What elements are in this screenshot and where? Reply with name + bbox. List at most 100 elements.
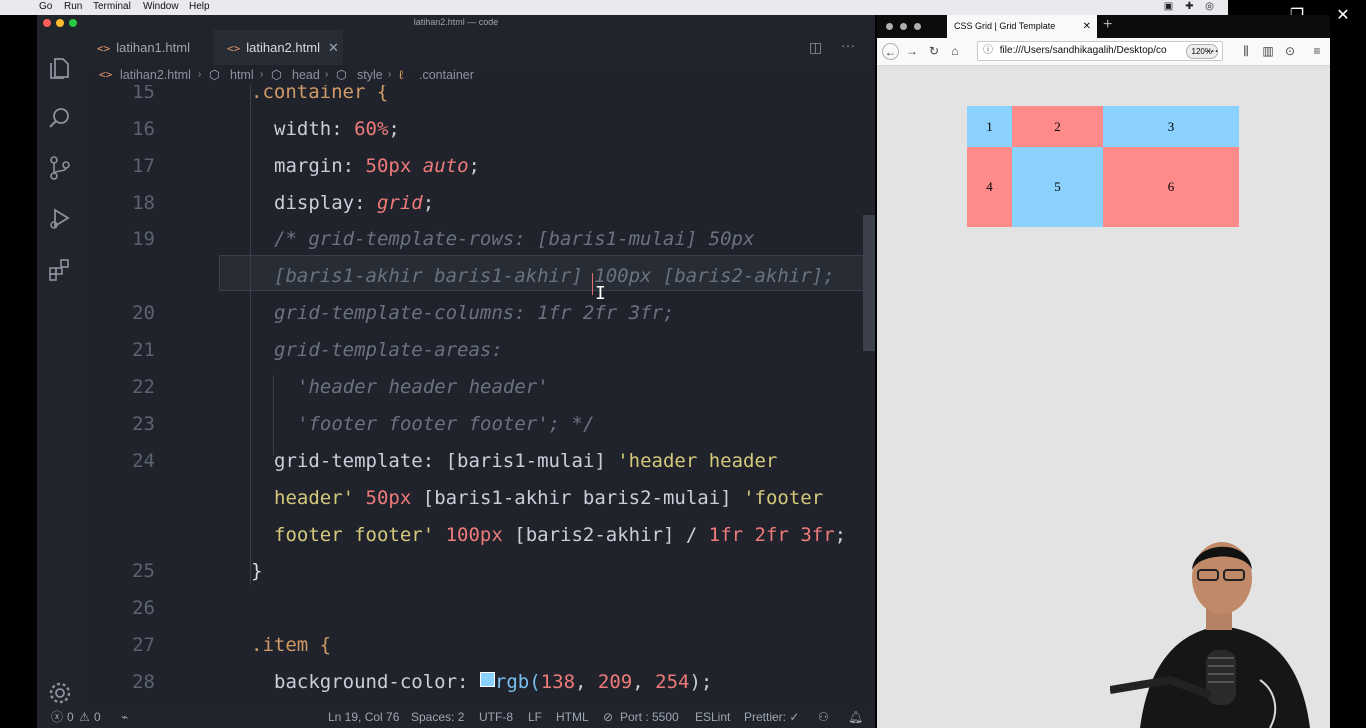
html-file-icon: <>: [99, 68, 113, 81]
sidebar-icon[interactable]: ▥: [1260, 43, 1276, 59]
macos-menu-bar: Go Run Terminal Window Help ▣ ✚ ◎: [0, 0, 1366, 15]
library-icon[interactable]: ⫼: [1238, 43, 1254, 59]
live-server-icon[interactable]: ⊘: [603, 707, 613, 728]
i-beam-cursor-icon: I: [595, 283, 606, 304]
hamburger-menu-icon[interactable]: ≡: [1309, 43, 1325, 59]
text-cursor: [592, 273, 593, 295]
notifications-bell-icon[interactable]: 🔔︎: [848, 707, 863, 728]
close-tab-icon[interactable]: ✕: [1083, 15, 1091, 38]
menu-go[interactable]: Go: [39, 1, 52, 12]
breadcrumb-head[interactable]: head: [292, 65, 320, 85]
line-number: 15: [132, 85, 155, 103]
status-bar: ⓧ 0 ⚠ 0 ⌁ Ln 19, Col 76 Spaces: 2 UTF-8 …: [37, 707, 875, 728]
feedback-icon[interactable]: ⚇: [818, 707, 829, 728]
zoom-traffic-light[interactable]: [914, 23, 921, 30]
split-editor-icon[interactable]: ◫: [809, 39, 822, 56]
editor-tabs: <> latihan1.html <> latihan2.html ✕ ◫ ···: [83, 30, 875, 65]
line-number: 17: [132, 155, 155, 177]
tab-latihan1[interactable]: <> latihan1.html: [83, 30, 213, 65]
info-icon[interactable]: ⓘ: [983, 45, 993, 56]
code-line-22: 'header header header': [297, 376, 549, 398]
home-icon[interactable]: ⌂: [947, 43, 963, 59]
chevron-right-icon: ›: [260, 69, 264, 80]
line-number: 25: [132, 560, 155, 582]
grid-item-3: 3: [1103, 106, 1239, 147]
extensions-icon[interactable]: [47, 257, 73, 283]
menu-run[interactable]: Run: [64, 1, 82, 12]
code-line-19b: [baris1-akhir baris1-akhir] 100px [baris…: [274, 265, 835, 287]
prettier-status[interactable]: Prettier: ✓: [744, 707, 799, 728]
account-icon[interactable]: ⊙: [1282, 43, 1298, 59]
page-actions-icon[interactable]: ···: [1205, 43, 1221, 59]
error-icon[interactable]: ⓧ: [51, 707, 63, 728]
firefox-toolbar: ← → ↻ ⌂ ⓘ file:///Users/sandhikagalih/De…: [877, 38, 1330, 66]
minimize-traffic-light[interactable]: [900, 23, 907, 30]
url-bar[interactable]: ⓘ file:///Users/sandhikagalih/Desktop/co…: [977, 41, 1223, 61]
language-mode[interactable]: HTML: [556, 707, 589, 728]
indent-guide: [250, 85, 251, 585]
more-actions-icon[interactable]: ···: [841, 37, 855, 53]
menu-terminal[interactable]: Terminal: [93, 1, 131, 12]
grid-item-1: 1: [967, 106, 1012, 147]
line-number: 26: [132, 597, 155, 619]
back-arrow-icon[interactable]: ←: [882, 43, 899, 60]
error-count[interactable]: 0: [67, 707, 74, 728]
breadcrumb-file[interactable]: latihan2.html: [120, 65, 191, 85]
selector-icon: ℓ: [399, 68, 404, 82]
tab-latihan2[interactable]: <> latihan2.html ✕: [213, 30, 343, 65]
explorer-icon[interactable]: [47, 55, 73, 81]
new-tab-icon[interactable]: +: [1103, 16, 1112, 34]
line-number: 24: [132, 450, 155, 472]
code-line-24b: header' 50px [baris1-akhir baris2-mulai]…: [274, 487, 824, 509]
search-icon[interactable]: [47, 105, 73, 131]
code-line-17: margin: 50px auto;: [274, 155, 480, 177]
forward-arrow-icon[interactable]: →: [904, 43, 920, 59]
presenter-webcam: [1110, 542, 1310, 728]
line-number: 21: [132, 339, 155, 361]
line-number: 19: [132, 228, 155, 250]
code-line-28: background-color: rgb(138, 209, 254);: [274, 671, 713, 693]
breadcrumb-html[interactable]: html: [230, 65, 254, 85]
menu-help[interactable]: Help: [189, 1, 210, 12]
line-number: 23: [132, 413, 155, 435]
activity-bar: [37, 30, 83, 707]
code-line-24c: footer footer' 100px [baris2-akhir] / 1f…: [274, 524, 847, 546]
line-ending[interactable]: LF: [528, 707, 542, 728]
live-server-port[interactable]: Port : 5500: [620, 707, 679, 728]
settings-gear-icon[interactable]: [47, 680, 73, 706]
code-line-15: .container {: [251, 85, 389, 103]
run-debug-icon[interactable]: [47, 205, 73, 231]
camera-icon[interactable]: ▣: [1163, 2, 1174, 12]
indentation[interactable]: Spaces: 2: [411, 707, 464, 728]
tray-status-icon[interactable]: ◎: [1204, 2, 1215, 12]
menu-window[interactable]: Window: [143, 1, 179, 12]
html-file-icon: <>: [227, 42, 241, 55]
encoding[interactable]: UTF-8: [479, 707, 513, 728]
color-swatch[interactable]: [479, 672, 495, 687]
close-window-icon[interactable]: ✕: [1333, 6, 1353, 26]
live-share-icon[interactable]: ⌁: [121, 707, 128, 728]
browser-tab-title: CSS Grid | Grid Template: [954, 21, 1056, 31]
tray-app-icon[interactable]: ✚: [1184, 2, 1195, 12]
reload-icon[interactable]: ↻: [926, 43, 942, 59]
breadcrumb-container[interactable]: .container: [419, 65, 474, 85]
chevron-right-icon: ›: [388, 69, 392, 80]
line-number: 22: [132, 376, 155, 398]
firefox-tab-bar: CSS Grid | Grid Template ✕ +: [877, 15, 1330, 38]
tab-label: latihan1.html: [116, 40, 190, 55]
source-control-icon[interactable]: [47, 155, 73, 181]
eslint-status[interactable]: ESLint: [695, 707, 730, 728]
grid-item-2: 2: [1012, 106, 1103, 147]
close-traffic-light[interactable]: [886, 23, 893, 30]
html-file-icon: <>: [97, 42, 111, 55]
cursor-position[interactable]: Ln 19, Col 76: [328, 707, 399, 728]
editor-scrollbar[interactable]: [863, 215, 875, 351]
cube-icon: ⬡: [271, 68, 282, 82]
warning-icon[interactable]: ⚠: [79, 707, 90, 728]
cube-icon: ⬡: [209, 68, 220, 82]
browser-tab-active[interactable]: CSS Grid | Grid Template ✕: [947, 15, 1097, 38]
warning-count[interactable]: 0: [94, 707, 101, 728]
breadcrumb-style[interactable]: style: [357, 65, 383, 85]
close-tab-icon[interactable]: ✕: [328, 40, 339, 55]
code-editor[interactable]: 15 16 17 18 19 20 21 22 23 24 25 26 27 2…: [83, 85, 875, 707]
